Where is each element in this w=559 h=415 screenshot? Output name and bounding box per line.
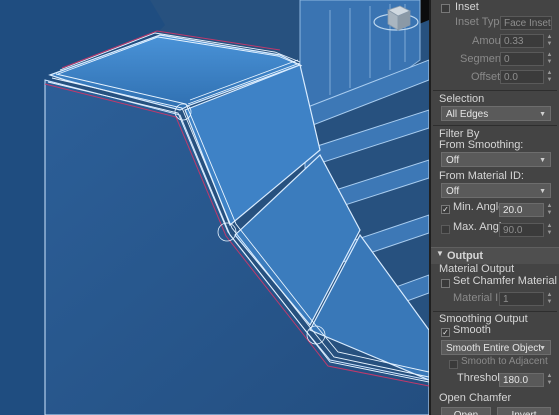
mesh-view[interactable] xyxy=(0,0,429,415)
selection-label: Selection xyxy=(439,93,485,105)
max-angle-spinner-icon[interactable]: ▲ ▼ xyxy=(546,223,553,237)
inset-type-field[interactable]: Face Inset xyxy=(500,16,552,30)
smooth-checkbox[interactable]: ✓ xyxy=(441,328,450,337)
min-angle-checkbox[interactable]: ✓ xyxy=(441,205,450,214)
output-rollout-header[interactable]: ▼ Output xyxy=(431,247,559,264)
offset-field[interactable]: 0.0 xyxy=(500,70,544,84)
invert-button[interactable]: Invert xyxy=(497,407,551,415)
open-button[interactable]: Open xyxy=(441,407,491,415)
min-angle-spinner-icon[interactable]: ▲ ▼ xyxy=(546,203,553,217)
viewport[interactable] xyxy=(0,0,429,415)
from-smoothing-dropdown[interactable]: Off ▼ xyxy=(441,152,551,167)
triangle-down-icon: ▼ xyxy=(436,249,444,258)
min-angle-field[interactable]: 20.0 xyxy=(499,203,544,217)
smooth-mode-value: Smooth Entire Object xyxy=(446,343,542,354)
material-output-label: Material Output xyxy=(439,263,515,275)
material-id-field[interactable]: 1 xyxy=(499,292,544,306)
from-material-label: From Material ID: xyxy=(439,170,524,182)
segments-spinner-icon[interactable]: ▲ ▼ xyxy=(546,52,553,66)
set-chamfer-material-label: Set Chamfer Material xyxy=(453,275,557,287)
divider xyxy=(433,311,557,312)
inset-label: Inset xyxy=(455,1,479,13)
smooth-to-adjacent-label: Smooth to Adjacent xyxy=(461,356,548,367)
open-chamfer-label: Open Chamfer xyxy=(439,392,512,404)
from-material-dropdown[interactable]: Off ▼ xyxy=(441,183,551,198)
amount-field[interactable]: 0.33 xyxy=(500,34,544,48)
chevron-down-icon: ▼ xyxy=(539,157,546,164)
from-material-value: Off xyxy=(446,186,460,197)
max-angle-checkbox[interactable] xyxy=(441,225,450,234)
selection-value: All Edges xyxy=(446,109,489,120)
divider xyxy=(433,90,557,91)
from-smoothing-label: From Smoothing: xyxy=(439,139,524,151)
set-chamfer-material-checkbox[interactable] xyxy=(441,279,450,288)
amount-spinner-icon[interactable]: ▲ ▼ xyxy=(546,34,553,48)
chevron-down-icon: ▼ xyxy=(539,188,546,195)
chevron-down-icon: ▼ xyxy=(539,345,546,352)
divider xyxy=(433,125,557,126)
from-smoothing-value: Off xyxy=(446,155,460,166)
output-header-label: Output xyxy=(447,250,484,262)
selection-dropdown[interactable]: All Edges ▼ xyxy=(441,106,551,121)
max-angle-field[interactable]: 90.0 xyxy=(499,223,544,237)
segments-field[interactable]: 0 xyxy=(500,52,544,66)
smooth-to-adjacent-checkbox[interactable] xyxy=(449,360,458,369)
offset-label: Offset: xyxy=(471,71,504,83)
smooth-label: Smooth xyxy=(453,324,491,336)
offset-spinner-icon[interactable]: ▲ ▼ xyxy=(546,70,553,84)
threshold-spinner-icon[interactable]: ▲ ▼ xyxy=(546,373,553,387)
inset-checkbox[interactable] xyxy=(441,4,450,13)
threshold-field[interactable]: 180.0 xyxy=(499,373,544,387)
command-panel: Inset Inset Type: Face Inset Amount: 0.3… xyxy=(431,0,559,415)
smooth-mode-dropdown[interactable]: Smooth Entire Object ▼ xyxy=(441,340,551,355)
material-id-spinner-icon[interactable]: ▲ ▼ xyxy=(546,292,553,306)
chevron-down-icon: ▼ xyxy=(539,111,546,118)
